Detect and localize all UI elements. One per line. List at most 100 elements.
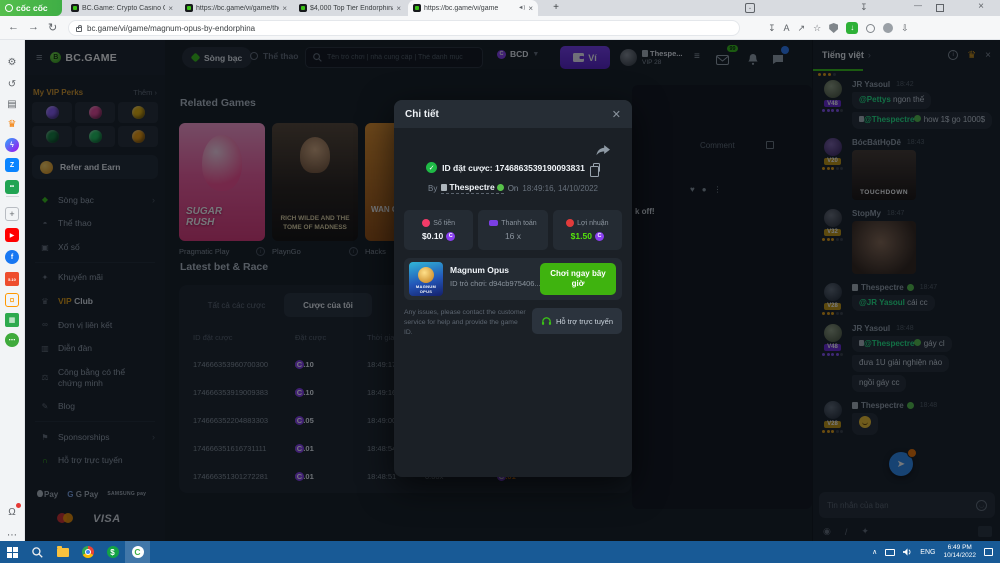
- network-icon[interactable]: [885, 549, 895, 556]
- new-tab-button[interactable]: +: [549, 1, 563, 15]
- deals-icon[interactable]: ¤: [5, 293, 19, 307]
- tab-close-icon[interactable]: ×: [168, 4, 173, 13]
- share-bet-icon[interactable]: [596, 144, 610, 162]
- add-icon[interactable]: +: [5, 207, 19, 221]
- shopee-icon[interactable]: 5.10: [5, 272, 19, 286]
- file-explorer-icon[interactable]: [50, 541, 75, 563]
- bettor-username[interactable]: Thespectre: [441, 182, 503, 194]
- tab-audio-icon: ◄): [518, 5, 525, 11]
- save-page-icon[interactable]: ↧: [768, 23, 776, 34]
- live-support-button[interactable]: Hỗ trợ trực tuyến: [532, 308, 622, 334]
- game-id-label: ID trò chơi:: [450, 279, 487, 288]
- bet-details-modal: Chi tiết ✕ ✓ ID đặt cược: 17468635391900…: [394, 100, 632, 477]
- site-favicon: [71, 4, 79, 12]
- profile-icon[interactable]: [883, 23, 893, 33]
- tray-up-arrow-icon[interactable]: ∧: [872, 548, 877, 556]
- browser-brand-label: cốc cốc: [16, 3, 48, 13]
- volume-icon[interactable]: [903, 548, 912, 556]
- translate-icon[interactable]: A: [784, 23, 790, 33]
- stat-label: Thanh toán: [501, 220, 536, 227]
- action-center-icon[interactable]: [984, 548, 993, 556]
- lock-icon: [76, 27, 82, 32]
- tab-search-icon[interactable]: ⌄: [745, 3, 755, 13]
- bet-id-label: ID đặt cược:: [442, 163, 492, 173]
- zalo-icon[interactable]: Z: [5, 158, 19, 172]
- profit-value: $1.50: [571, 231, 592, 241]
- browser-tab[interactable]: $4,000 Top Tier Endorphina×: [294, 0, 406, 16]
- tab-close-icon[interactable]: ×: [396, 4, 401, 13]
- language-indicator[interactable]: ENG: [920, 549, 935, 556]
- by-label: By: [428, 184, 437, 193]
- start-button[interactable]: [0, 541, 25, 563]
- tab-title: https://bc.game/vi/game: [424, 5, 515, 12]
- tab-close-icon[interactable]: ×: [282, 4, 287, 13]
- lion-icon: [418, 267, 434, 283]
- bet-id-value: 1746863539190093831: [495, 163, 585, 173]
- download-manager-icon[interactable]: ↓: [846, 22, 858, 34]
- sidebar-toggle-icon[interactable]: ↧: [860, 2, 868, 13]
- headset-icon: [541, 316, 552, 326]
- chrome-icon[interactable]: [75, 541, 100, 563]
- gift-icon[interactable]: ▦: [5, 313, 19, 327]
- forward-icon[interactable]: →: [28, 21, 39, 33]
- close-window-icon[interactable]: ×: [968, 1, 994, 12]
- adblock-shield-icon[interactable]: [829, 23, 838, 33]
- settings-gear-icon[interactable]: ⚙: [5, 55, 19, 69]
- payout-icon: [489, 220, 498, 226]
- modal-title: Chi tiết: [405, 109, 439, 120]
- back-icon[interactable]: ←: [8, 21, 19, 33]
- amount-icon: [422, 219, 430, 227]
- browser-tab[interactable]: BC.Game: Crypto Casino Gan×: [66, 0, 178, 16]
- messenger-icon[interactable]: ϟ: [5, 138, 19, 152]
- youtube-icon[interactable]: ▶: [5, 228, 19, 242]
- site-favicon: [299, 4, 307, 12]
- on-label: On: [508, 184, 519, 193]
- game-info-card: MAGNUM OPUS Magnum Opus ID trò chơi: d94…: [404, 258, 622, 300]
- reload-icon[interactable]: ↻: [48, 21, 57, 34]
- reading-list-icon[interactable]: ▤: [5, 97, 19, 111]
- minimize-icon[interactable]: —: [905, 1, 931, 10]
- clock[interactable]: 6:49 PM10/14/2022: [943, 544, 976, 561]
- browser-sidebar: ⚙ ↺ ▤ ♛ ϟZ •• + ▶ f 5.10 ¤ ▦ ⋯ Ω ⋯: [0, 40, 25, 541]
- browser-tab[interactable]: https://bc.game/vi/game◄)×: [408, 0, 538, 16]
- money-app-icon[interactable]: $: [100, 541, 125, 563]
- modal-close-icon[interactable]: ✕: [612, 108, 621, 121]
- coccoc-taskbar-icon[interactable]: C: [125, 541, 150, 563]
- stat-amount: 16 x: [505, 231, 521, 241]
- feedback-icon[interactable]: ⋯: [5, 333, 19, 347]
- more-icon[interactable]: ⋯: [5, 528, 19, 542]
- facebook-icon[interactable]: f: [5, 250, 19, 264]
- browser-logo[interactable]: cốc cốc: [0, 0, 62, 16]
- tab-close-icon[interactable]: ×: [528, 4, 533, 13]
- divider: [6, 196, 19, 197]
- play-now-button[interactable]: Chơi ngay bây giờ: [540, 263, 616, 295]
- bet-datetime: 18:49:16, 14/10/2022: [522, 184, 598, 193]
- extensions-icon[interactable]: [866, 24, 875, 33]
- game-id-value: d94cb975406...: [489, 279, 541, 288]
- url-text: bc.game/vi/game/magnum-opus-by-endorphin…: [87, 24, 255, 33]
- share-icon[interactable]: ↗: [798, 23, 806, 34]
- tab-title: BC.Game: Crypto Casino Gan: [82, 5, 165, 12]
- bet-stat-card: Số tiền$0.10C: [404, 210, 473, 250]
- maximize-icon[interactable]: [936, 4, 944, 12]
- bet-stat-card: Lợi nhuận$1.50C: [553, 210, 622, 250]
- browser-toolbar: ← → ↻ bc.game/vi/game/magnum-opus-by-end…: [0, 16, 1000, 40]
- copy-icon[interactable]: [593, 163, 600, 172]
- tab-title: $4,000 Top Tier Endorphina: [310, 5, 393, 12]
- browser-tab[interactable]: https://bc.game/vi/game/the×: [180, 0, 292, 16]
- game-name: Magnum Opus: [450, 265, 509, 275]
- frog-emoji-icon: [497, 184, 504, 191]
- stat-amount: $0.10: [422, 231, 443, 241]
- game-thumbnail[interactable]: MAGNUM OPUS: [409, 262, 443, 296]
- stat-value: 16 x: [505, 231, 521, 241]
- history-icon[interactable]: ↺: [5, 77, 19, 91]
- taskbar: $ C ∧ ENG 6:49 PM10/14/2022: [0, 541, 1000, 563]
- downloads-tray-icon[interactable]: ⇩: [901, 23, 909, 34]
- stat-label: Lợi nhuận: [577, 220, 608, 227]
- games-icon[interactable]: ••: [5, 180, 19, 194]
- notification-bell-icon[interactable]: Ω: [5, 505, 19, 519]
- taskbar-search-icon[interactable]: [25, 541, 50, 563]
- bookmark-star-icon[interactable]: ☆: [813, 23, 821, 34]
- vip-crown-icon[interactable]: ♛: [5, 117, 19, 131]
- address-bar[interactable]: bc.game/vi/game/magnum-opus-by-endorphin…: [68, 20, 740, 36]
